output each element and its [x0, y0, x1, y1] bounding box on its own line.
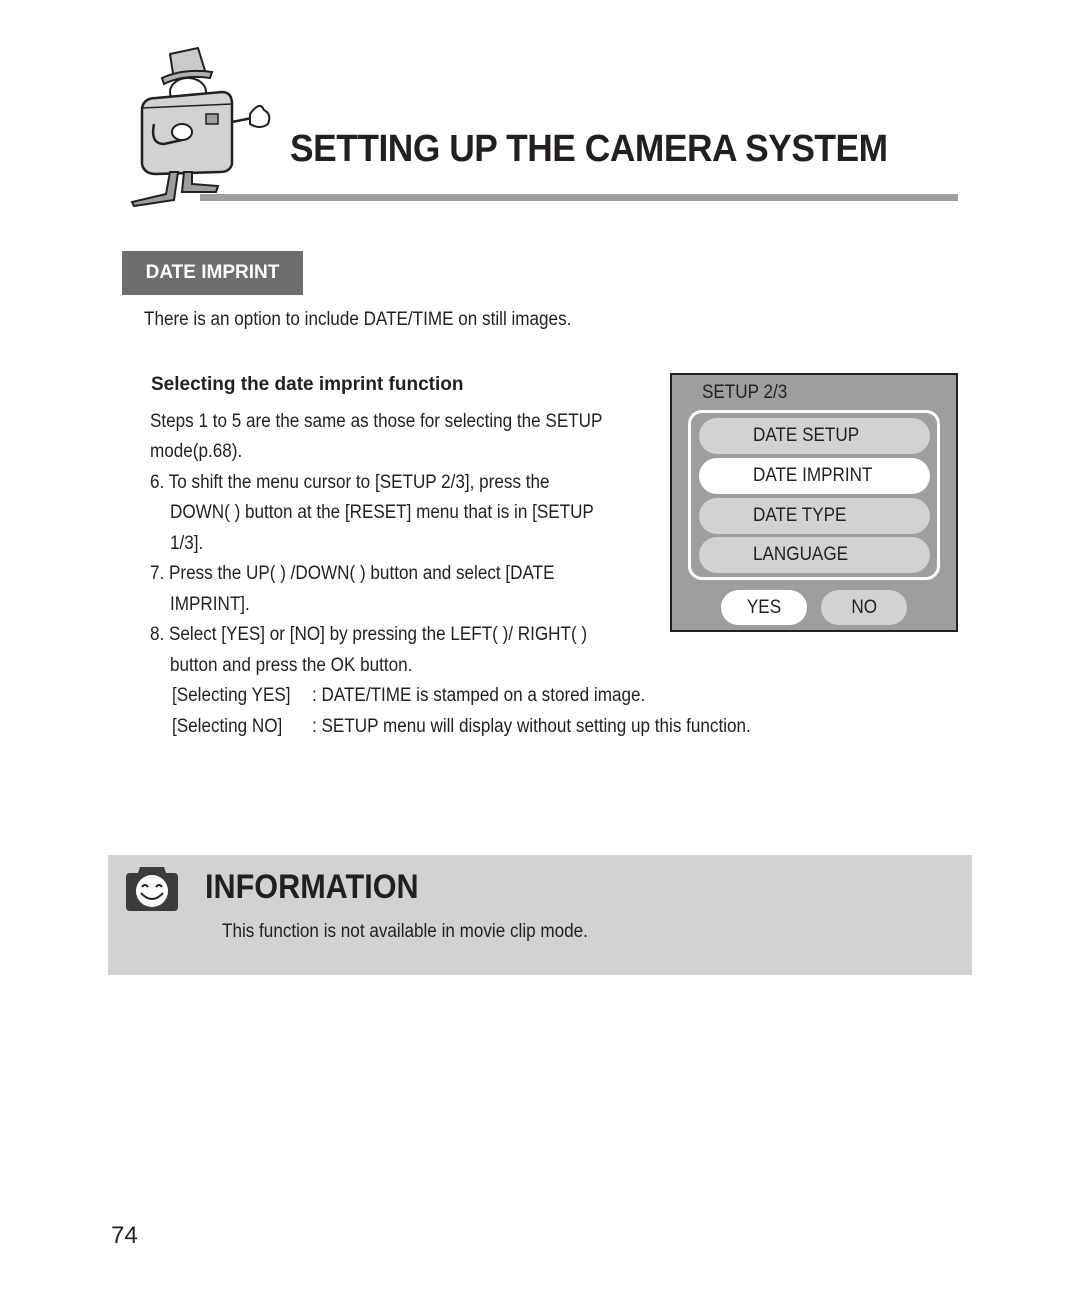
no-label: NO — [851, 596, 877, 618]
no-button[interactable]: NO — [821, 590, 907, 625]
page-number: 74 — [111, 1222, 138, 1249]
intro-text: There is an option to include DATE/TIME … — [144, 309, 572, 330]
instruction-line: mode(p.68). — [150, 441, 243, 462]
option-desc-yes: : DATE/TIME is stamped on a stored image… — [312, 685, 646, 706]
option-label-no: [Selecting NO] — [172, 716, 283, 737]
instruction-line: button and press the OK button. — [170, 655, 413, 676]
lcd-menu-item-label: DATE TYPE — [753, 505, 847, 526]
yes-button[interactable]: YES — [721, 590, 807, 625]
lcd-menu-item-date-imprint[interactable]: DATE IMPRINT — [699, 458, 930, 494]
camera-mascot-illustration — [130, 46, 271, 208]
lcd-menu-item-label: LANGUAGE — [753, 544, 849, 565]
section-badge: DATE IMPRINT — [122, 251, 303, 295]
lcd-setup-screen: SETUP 2/3 DATE SETUP DATE IMPRINT DATE T… — [670, 373, 958, 632]
lcd-title: SETUP 2/3 — [702, 382, 788, 403]
information-box: INFORMATION This function is not availab… — [108, 855, 972, 975]
option-desc-no: : SETUP menu will display without settin… — [312, 716, 751, 737]
instruction-step: 7. Press the UP( ) /DOWN( ) button and s… — [150, 563, 555, 584]
sub-heading: Selecting the date imprint function — [151, 374, 464, 395]
option-label-yes: [Selecting YES] — [172, 685, 291, 706]
lcd-menu-item-date-type[interactable]: DATE TYPE — [699, 498, 930, 534]
instruction-step: 6. To shift the menu cursor to [SETUP 2/… — [150, 472, 550, 493]
smiling-camera-icon — [126, 867, 178, 911]
instruction-line: DOWN( ) button at the [RESET] menu that … — [170, 502, 594, 523]
lcd-menu-item-label: DATE IMPRINT — [753, 465, 873, 486]
page-title: SETTING UP THE CAMERA SYSTEM — [290, 128, 888, 170]
instruction-line: 1/3]. — [170, 533, 204, 554]
information-title: INFORMATION — [205, 868, 419, 906]
lcd-menu: DATE SETUP DATE IMPRINT DATE TYPE LANGUA… — [688, 410, 940, 580]
title-rule-divider — [200, 194, 958, 201]
lcd-menu-item-language[interactable]: LANGUAGE — [699, 537, 930, 573]
lcd-menu-item-date-setup[interactable]: DATE SETUP — [699, 418, 930, 454]
information-text: This function is not available in movie … — [222, 921, 588, 942]
instruction-line: Steps 1 to 5 are the same as those for s… — [150, 411, 603, 432]
yes-label: YES — [746, 596, 782, 618]
instruction-line: IMPRINT]. — [170, 594, 250, 615]
lcd-menu-item-label: DATE SETUP — [753, 425, 860, 446]
instruction-step: 8. Select [YES] or [NO] by pressing the … — [150, 624, 588, 645]
